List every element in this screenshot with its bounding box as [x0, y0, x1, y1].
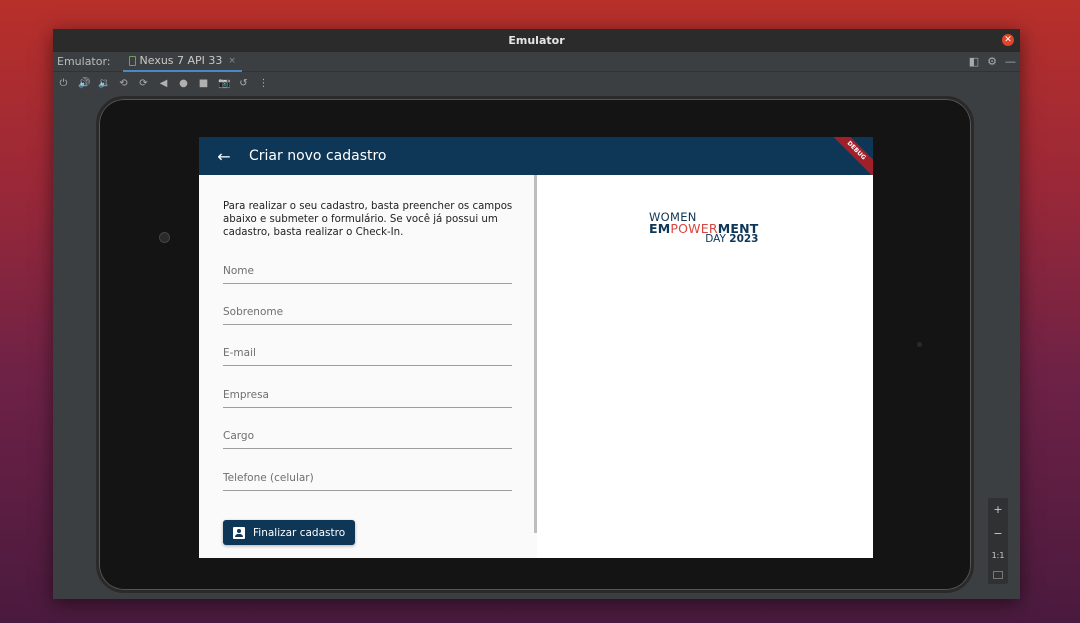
emulator-toolbar: ⏻ 🔊 🔉 ⟲ ⟳ ◀ ● ■ 📷 ↺ ⋮ — [53, 72, 1020, 94]
tab-nexus-7[interactable]: Nexus 7 API 33 × — [122, 52, 242, 72]
emulator-window: Emulator ✕ Emulator: Nexus 7 API 33 × ◧ … — [53, 29, 1020, 599]
phone-field[interactable]: Telefone (celular) — [223, 466, 512, 491]
rotate-right-icon[interactable]: ⟳ — [138, 78, 149, 89]
overview-icon[interactable]: ■ — [198, 78, 209, 89]
home-icon[interactable]: ● — [178, 78, 189, 89]
fit-screen-icon[interactable] — [993, 570, 1003, 579]
page-title: Criar novo cadastro — [249, 148, 387, 164]
power-icon[interactable]: ⏻ — [58, 78, 69, 89]
more-icon[interactable]: ⋮ — [258, 78, 269, 89]
role-field[interactable]: Cargo — [223, 424, 512, 449]
screenshot-icon[interactable]: 📷 — [218, 78, 230, 89]
intro-text: Para realizar o seu cadastro, basta pree… — [223, 201, 513, 238]
window-title: Emulator — [508, 34, 565, 47]
tab-label: Nexus 7 API 33 — [139, 54, 223, 67]
actual-size-button[interactable]: 1:1 — [992, 551, 1005, 560]
submit-label: Finalizar cadastro — [253, 526, 346, 539]
company-field[interactable]: Empresa — [223, 383, 512, 408]
minimize-icon[interactable]: — — [1005, 55, 1016, 68]
layout-icon[interactable]: ◧ — [969, 55, 979, 68]
snapshot-icon[interactable]: ↺ — [238, 78, 249, 89]
back-icon[interactable]: ◀ — [158, 78, 169, 89]
zoom-out-button[interactable]: − — [993, 527, 1002, 540]
rotate-left-icon[interactable]: ⟲ — [118, 78, 129, 89]
first-name-field[interactable]: Nome — [223, 259, 512, 284]
app-bar: ← Criar novo cadastro DEBUG — [199, 137, 873, 180]
debug-banner: DEBUG — [827, 137, 873, 180]
last-name-field[interactable]: Sobrenome — [223, 300, 512, 325]
volume-down-icon[interactable]: 🔉 — [98, 78, 110, 89]
settings-icon[interactable]: ⚙ — [987, 55, 997, 68]
submit-button[interactable]: Finalizar cadastro — [223, 520, 355, 545]
contact-card-icon — [233, 526, 245, 539]
tablet-frame: ← Criar novo cadastro DEBUG Para realiza… — [96, 96, 974, 593]
form-pane: Para realizar o seu cadastro, basta pree… — [199, 175, 534, 558]
device-icon — [128, 55, 136, 66]
emulator-label: Emulator: — [57, 55, 111, 68]
event-logo: WOMEN EMPOWERMENT DAY 2023 — [649, 211, 759, 245]
tab-bar: Emulator: Nexus 7 API 33 × ◧ ⚙ — — [53, 52, 1020, 72]
email-field[interactable]: E-mail — [223, 341, 512, 366]
camera-icon — [159, 232, 170, 243]
sensor-icon — [917, 342, 922, 347]
back-arrow-icon[interactable]: ← — [199, 147, 249, 166]
close-window-button[interactable]: ✕ — [1002, 34, 1014, 46]
zoom-controls: + − 1:1 — [988, 498, 1008, 584]
tab-close-icon[interactable]: × — [228, 56, 236, 66]
zoom-in-button[interactable]: + — [993, 503, 1002, 516]
volume-up-icon[interactable]: 🔊 — [78, 78, 90, 89]
device-screen: ← Criar novo cadastro DEBUG Para realiza… — [199, 137, 873, 558]
title-bar: Emulator ✕ — [53, 29, 1020, 52]
logo-pane: WOMEN EMPOWERMENT DAY 2023 — [537, 175, 873, 558]
device-area: ← Criar novo cadastro DEBUG Para realiza… — [53, 95, 1020, 599]
